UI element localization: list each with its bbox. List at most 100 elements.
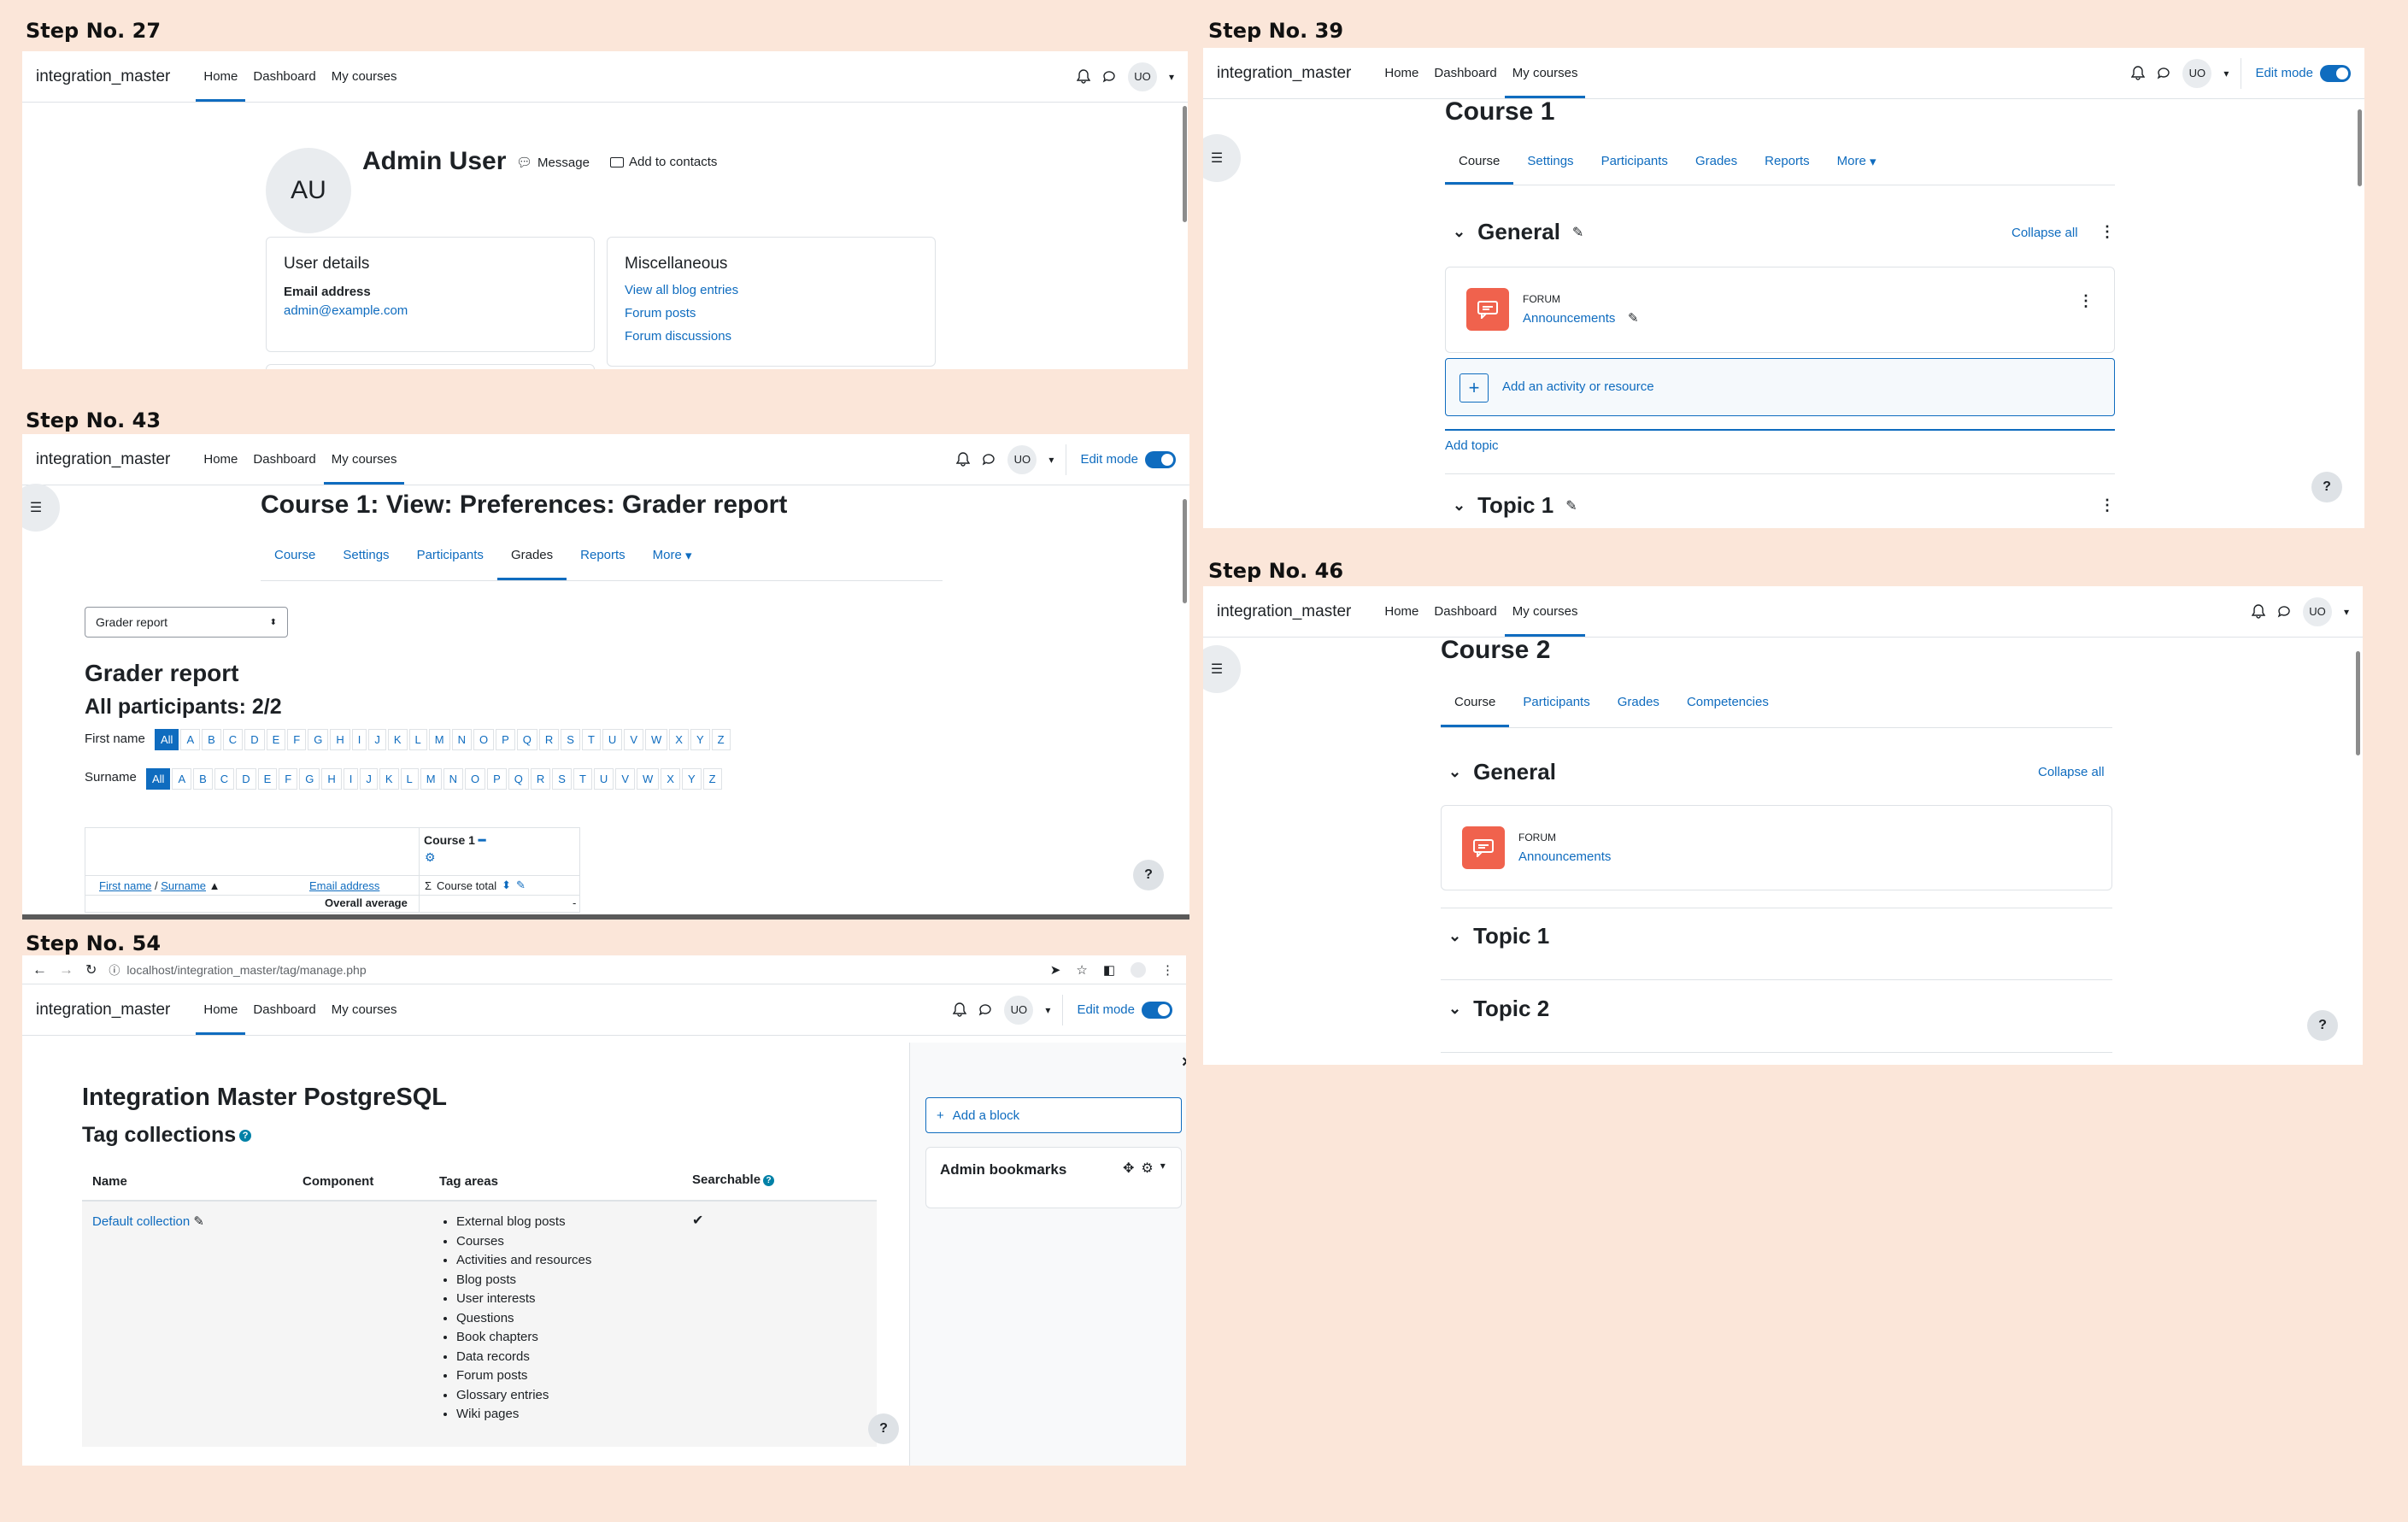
site-brand[interactable]: integration_master <box>1217 602 1351 621</box>
collapse-all-link[interactable]: Collapse all <box>2038 765 2105 779</box>
filter-letter[interactable]: U <box>593 768 614 790</box>
add-to-contacts-button[interactable]: Add to contacts <box>610 155 717 169</box>
course-index-button[interactable]: ☰ <box>1203 134 1241 182</box>
course-index-button[interactable]: ☰ <box>1203 645 1241 693</box>
tab-participants[interactable]: Participants <box>1588 138 1682 185</box>
pencil-icon[interactable]: ✎ <box>1565 497 1577 514</box>
filter-letter[interactable]: J <box>368 729 386 750</box>
tab-course[interactable]: Course <box>1445 138 1514 185</box>
nav-my-courses[interactable]: My courses <box>1504 48 1586 98</box>
nav-home[interactable]: Home <box>1377 48 1426 98</box>
filter-letter[interactable]: S <box>561 729 580 750</box>
nav-home[interactable]: Home <box>196 51 246 102</box>
tab-grades[interactable]: Grades <box>496 530 567 580</box>
nav-dashboard[interactable]: Dashboard <box>245 51 323 102</box>
chat-icon[interactable] <box>2277 604 2291 619</box>
filter-letter[interactable]: N <box>451 729 472 750</box>
first-name-sort-link[interactable]: First name <box>99 879 151 892</box>
address-bar[interactable]: localhost/integration_master/tag/manage.… <box>126 963 366 977</box>
forward-icon[interactable]: → <box>59 961 73 978</box>
chevron-down-icon[interactable]: ▾ <box>1045 1004 1050 1016</box>
filter-letter[interactable]: C <box>222 729 244 750</box>
filter-letter[interactable]: H <box>330 729 350 750</box>
toggle-switch[interactable] <box>1145 450 1176 468</box>
scrollbar[interactable] <box>1183 106 1187 222</box>
email-column-header[interactable]: Email address <box>309 879 379 892</box>
filter-letter[interactable]: B <box>193 768 213 790</box>
blog-entries-link[interactable]: View all blog entries <box>625 283 738 297</box>
nav-my-courses[interactable]: My courses <box>324 51 405 102</box>
profile-icon[interactable] <box>1131 961 1146 978</box>
filter-letter[interactable]: Z <box>711 729 731 750</box>
filter-letter[interactable]: M <box>428 729 450 750</box>
filter-letter[interactable]: E <box>257 768 278 790</box>
nav-my-courses[interactable]: My courses <box>323 434 405 485</box>
kebab-menu-icon[interactable]: ⋮ <box>2078 293 2094 309</box>
nav-dashboard[interactable]: Dashboard <box>1426 586 1504 637</box>
filter-letter[interactable]: I <box>351 729 367 750</box>
sidebar-icon[interactable]: ◧ <box>1103 962 1115 978</box>
tab-settings[interactable]: Settings <box>329 530 402 580</box>
filter-letter[interactable]: A <box>180 729 201 750</box>
chat-icon[interactable] <box>982 452 996 467</box>
star-icon[interactable]: ☆ <box>1076 962 1087 978</box>
site-brand[interactable]: integration_master <box>36 450 170 469</box>
tab-more[interactable]: More ▾ <box>1824 138 1890 185</box>
section-title[interactable]: General <box>1477 219 1560 245</box>
filter-letter[interactable]: S <box>552 768 572 790</box>
tab-grades[interactable]: Grades <box>1604 677 1673 727</box>
filter-letter[interactable]: W <box>636 768 660 790</box>
collapse-all-link[interactable]: Collapse all <box>2012 226 2078 240</box>
help-button[interactable]: ? <box>2307 1010 2338 1041</box>
kebab-menu-icon[interactable]: ⋮ <box>2100 224 2115 239</box>
kebab-menu-icon[interactable]: ⋮ <box>2100 497 2115 513</box>
pencil-icon[interactable]: ✎ <box>1628 310 1639 326</box>
filter-letter[interactable]: U <box>602 729 623 750</box>
filter-letter[interactable]: T <box>573 768 592 790</box>
toggle-switch[interactable] <box>1142 1001 1172 1019</box>
chevron-down-icon[interactable]: ⌄ <box>1453 497 1465 514</box>
forum-discussions-link[interactable]: Forum discussions <box>625 329 731 344</box>
tab-participants[interactable]: Participants <box>1509 677 1603 727</box>
gear-icon[interactable]: ⚙ <box>425 850 436 865</box>
email-link[interactable]: admin@example.com <box>284 303 408 318</box>
bell-icon[interactable] <box>2131 66 2146 80</box>
gear-icon[interactable]: ⚙ <box>1141 1160 1153 1177</box>
add-activity-button[interactable]: + Add an activity or resource <box>1445 358 2115 416</box>
help-button[interactable]: ? <box>868 1413 899 1444</box>
announcements-link[interactable]: Announcements <box>1518 849 1611 864</box>
toggle-switch[interactable] <box>2320 64 2351 82</box>
section-title[interactable]: Topic 2 <box>1473 996 1549 1022</box>
tab-course[interactable]: Course <box>1441 677 1510 727</box>
filter-letter[interactable]: G <box>299 768 320 790</box>
tab-more[interactable]: More ▾ <box>639 530 706 580</box>
filter-letter[interactable]: V <box>615 768 635 790</box>
chat-icon[interactable] <box>2157 66 2170 80</box>
filter-letter[interactable]: Q <box>516 729 537 750</box>
send-icon[interactable]: ➤ <box>1050 962 1061 978</box>
user-avatar[interactable]: UO <box>2302 596 2332 626</box>
chevron-down-icon[interactable]: ▾ <box>1048 454 1054 466</box>
bell-icon[interactable] <box>2251 604 2265 619</box>
user-avatar[interactable]: UO <box>1004 995 1034 1025</box>
chevron-down-icon[interactable]: ⌄ <box>1448 927 1461 945</box>
filter-letter[interactable]: O <box>473 729 495 750</box>
edit-mode-toggle[interactable]: Edit mode <box>1066 444 1176 475</box>
filter-letter[interactable]: All <box>146 768 171 790</box>
tab-reports[interactable]: Reports <box>1751 138 1824 185</box>
filter-letter[interactable]: N <box>443 768 463 790</box>
user-avatar[interactable]: UO <box>1127 62 1157 91</box>
nav-my-courses[interactable]: My courses <box>324 984 405 1035</box>
site-brand[interactable]: integration_master <box>36 68 170 86</box>
filter-letter[interactable]: F <box>279 768 298 790</box>
filter-letter[interactable]: V <box>624 729 643 750</box>
filter-letter[interactable]: M <box>420 768 442 790</box>
filter-letter[interactable]: H <box>321 768 342 790</box>
filter-letter[interactable]: P <box>496 729 515 750</box>
sort-icon[interactable]: ⬍ <box>502 879 511 892</box>
section-title[interactable]: General <box>1473 759 1556 785</box>
filter-letter[interactable]: J <box>360 768 378 790</box>
back-icon[interactable]: ← <box>32 961 47 978</box>
tab-reports[interactable]: Reports <box>567 530 639 580</box>
bell-icon[interactable] <box>1076 69 1090 84</box>
